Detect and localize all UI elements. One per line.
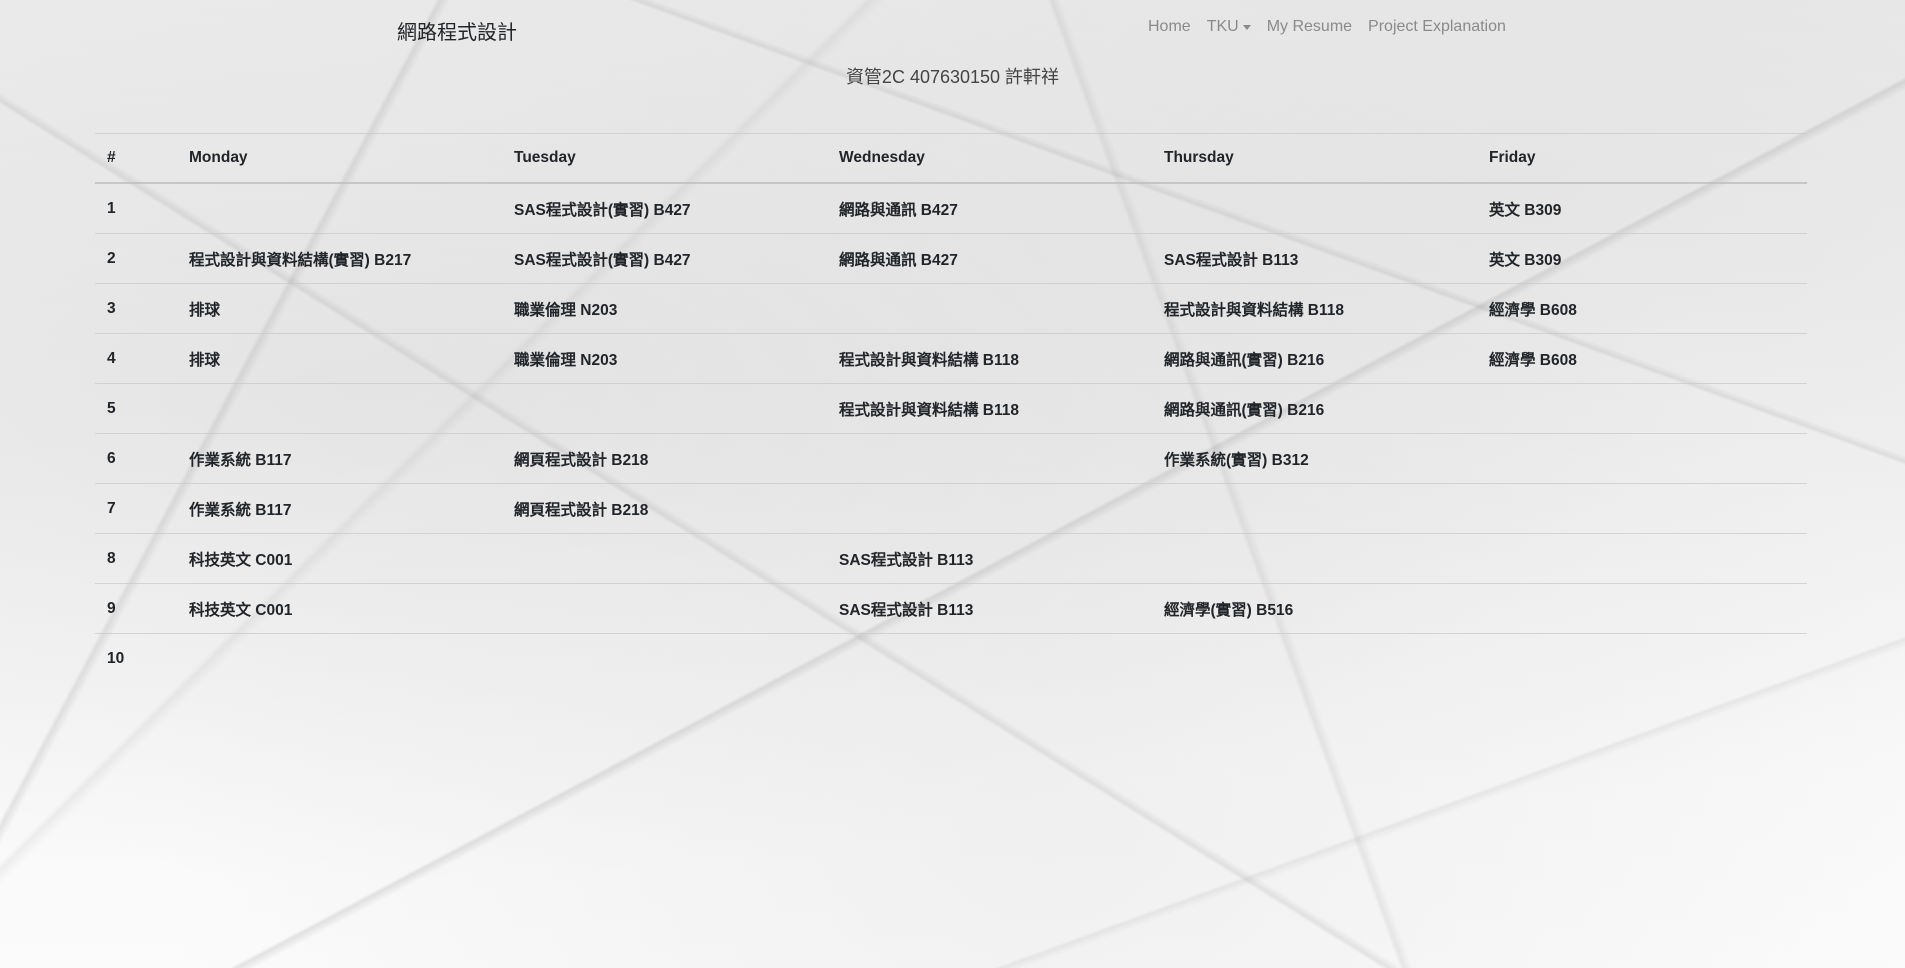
class-cell-tuesday: 網頁程式設計 B218: [502, 433, 827, 484]
class-cell-monday: 程式設計與資料結構(實習) B217: [177, 233, 502, 284]
schedule-table-container: # Monday Tuesday Wednesday Thursday Frid…: [95, 133, 1807, 683]
column-header-wednesday: Wednesday: [827, 133, 1152, 184]
table-row: 3 排球 職業倫理 N203 程式設計與資料結構 B118 經濟學 B608: [95, 283, 1807, 334]
period-number: 1: [95, 182, 177, 234]
navbar-brand[interactable]: 網路程式設計: [397, 16, 517, 45]
class-cell-wednesday: 程式設計與資料結構 B118: [827, 383, 1152, 434]
class-cell-tuesday: [502, 383, 827, 434]
class-cell-tuesday: SAS程式設計(實習) B427: [502, 233, 827, 284]
period-number: 6: [95, 433, 177, 484]
class-cell-tuesday: SAS程式設計(實習) B427: [502, 182, 827, 234]
class-cell-tuesday: [502, 633, 827, 683]
class-cell-monday: 科技英文 C001: [177, 583, 502, 634]
class-cell-monday: 排球: [177, 333, 502, 384]
class-cell-monday: 作業系統 B117: [177, 433, 502, 484]
class-cell-tuesday: 網頁程式設計 B218: [502, 483, 827, 534]
class-cell-thursday: 經濟學(實習) B516: [1152, 583, 1477, 634]
table-row: 8 科技英文 C001 SAS程式設計 B113: [95, 533, 1807, 584]
class-cell-monday: [177, 633, 502, 683]
class-cell-tuesday: 職業倫理 N203: [502, 283, 827, 334]
class-cell-friday: 英文 B309: [1477, 233, 1807, 284]
period-number: 2: [95, 233, 177, 284]
class-cell-thursday: 網路與通訊(實習) B216: [1152, 383, 1477, 434]
schedule-body: 1 SAS程式設計(實習) B427 網路與通訊 B427 英文 B309 2 …: [95, 182, 1807, 683]
column-header-tuesday: Tuesday: [502, 133, 827, 184]
nav-dropdown-tku-label: TKU: [1206, 18, 1239, 35]
class-cell-thursday: SAS程式設計 B113: [1152, 233, 1477, 284]
page-subtitle: 資管2C 407630150 許軒祥: [845, 67, 1060, 87]
table-row: 5 程式設計與資料結構 B118 網路與通訊(實習) B216: [95, 383, 1807, 434]
class-cell-wednesday: 網路與通訊 B427: [827, 233, 1152, 284]
class-cell-tuesday: [502, 533, 827, 584]
class-cell-friday: 經濟學 B608: [1477, 283, 1807, 334]
class-cell-friday: 英文 B309: [1477, 182, 1807, 234]
table-header-row: # Monday Tuesday Wednesday Thursday Frid…: [95, 133, 1807, 184]
class-cell-friday: [1477, 483, 1807, 534]
class-cell-friday: [1477, 433, 1807, 484]
class-cell-tuesday: 職業倫理 N203: [502, 333, 827, 384]
period-number: 5: [95, 383, 177, 434]
column-header-friday: Friday: [1477, 133, 1807, 184]
table-row: 7 作業系統 B117 網頁程式設計 B218: [95, 483, 1807, 534]
class-cell-thursday: [1152, 182, 1477, 234]
period-number: 3: [95, 283, 177, 334]
nav-link-home[interactable]: Home: [1140, 18, 1199, 36]
class-cell-monday: [177, 182, 502, 234]
column-header-monday: Monday: [177, 133, 502, 184]
class-cell-thursday: 程式設計與資料結構 B118: [1152, 283, 1477, 334]
class-cell-thursday: [1152, 533, 1477, 584]
class-cell-wednesday: [827, 633, 1152, 683]
class-cell-wednesday: 程式設計與資料結構 B118: [827, 333, 1152, 384]
column-header-number: #: [95, 133, 177, 184]
class-cell-wednesday: 網路與通訊 B427: [827, 182, 1152, 234]
period-number: 4: [95, 333, 177, 384]
period-number: 10: [95, 633, 177, 683]
class-cell-friday: [1477, 583, 1807, 634]
class-cell-thursday: 網路與通訊(實習) B216: [1152, 333, 1477, 384]
navbar: 網路程式設計 Home TKU My Resume Project Explan…: [0, 0, 1905, 56]
schedule-table: # Monday Tuesday Wednesday Thursday Frid…: [95, 133, 1807, 683]
class-cell-wednesday: [827, 283, 1152, 334]
nav-link-resume[interactable]: My Resume: [1259, 18, 1360, 36]
nav-dropdown-tku[interactable]: TKU: [1199, 18, 1259, 36]
table-row: 10: [95, 633, 1807, 683]
class-cell-thursday: 作業系統(實習) B312: [1152, 433, 1477, 484]
nav-link-project[interactable]: Project Explanation: [1360, 18, 1514, 36]
period-number: 7: [95, 483, 177, 534]
table-row: 6 作業系統 B117 網頁程式設計 B218 作業系統(實習) B312: [95, 433, 1807, 484]
table-row: 2 程式設計與資料結構(實習) B217 SAS程式設計(實習) B427 網路…: [95, 233, 1807, 284]
class-cell-thursday: [1152, 483, 1477, 534]
table-row: 9 科技英文 C001 SAS程式設計 B113 經濟學(實習) B516: [95, 583, 1807, 634]
class-cell-friday: 經濟學 B608: [1477, 333, 1807, 384]
class-cell-wednesday: [827, 433, 1152, 484]
caret-down-icon: [1242, 24, 1251, 30]
nav-links: Home TKU My Resume Project Explanation: [1140, 18, 1514, 36]
class-cell-wednesday: [827, 483, 1152, 534]
class-cell-monday: 排球: [177, 283, 502, 334]
column-header-thursday: Thursday: [1152, 133, 1477, 184]
class-cell-monday: 科技英文 C001: [177, 533, 502, 584]
period-number: 9: [95, 583, 177, 634]
class-cell-friday: [1477, 633, 1807, 683]
class-cell-thursday: [1152, 633, 1477, 683]
table-row: 1 SAS程式設計(實習) B427 網路與通訊 B427 英文 B309: [95, 182, 1807, 234]
period-number: 8: [95, 533, 177, 584]
class-cell-friday: [1477, 533, 1807, 584]
class-cell-monday: 作業系統 B117: [177, 483, 502, 534]
class-cell-wednesday: SAS程式設計 B113: [827, 583, 1152, 634]
table-row: 4 排球 職業倫理 N203 程式設計與資料結構 B118 網路與通訊(實習) …: [95, 333, 1807, 384]
class-cell-monday: [177, 383, 502, 434]
class-cell-wednesday: SAS程式設計 B113: [827, 533, 1152, 584]
class-cell-friday: [1477, 383, 1807, 434]
class-cell-tuesday: [502, 583, 827, 634]
